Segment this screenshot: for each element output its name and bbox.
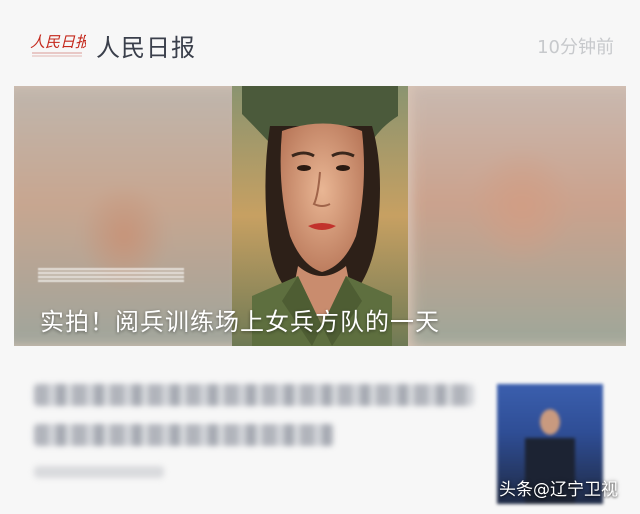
watermark: 头条@辽宁卫视 [499, 480, 618, 500]
hero-image-card[interactable]: 实拍！阅兵训练场上女兵方队的一天 [14, 86, 626, 346]
people-daily-logo: 人民日报 [30, 33, 86, 57]
blurred-title-line [34, 384, 474, 406]
timestamp: 10分钟前 [537, 37, 614, 58]
article-header: 人民日报 人民日报 10分钟前 [0, 0, 640, 86]
blurred-news-title [34, 384, 474, 474]
blurred-background-image-right [412, 86, 626, 346]
blurred-news-meta [34, 466, 164, 478]
blurred-title-line [34, 424, 334, 446]
hero-caption[interactable]: 实拍！阅兵训练场上女兵方队的一天 [40, 302, 440, 337]
svg-text:人民日报: 人民日报 [30, 33, 86, 51]
blurred-text-line [38, 268, 184, 282]
source-name[interactable]: 人民日报 [96, 28, 196, 63]
